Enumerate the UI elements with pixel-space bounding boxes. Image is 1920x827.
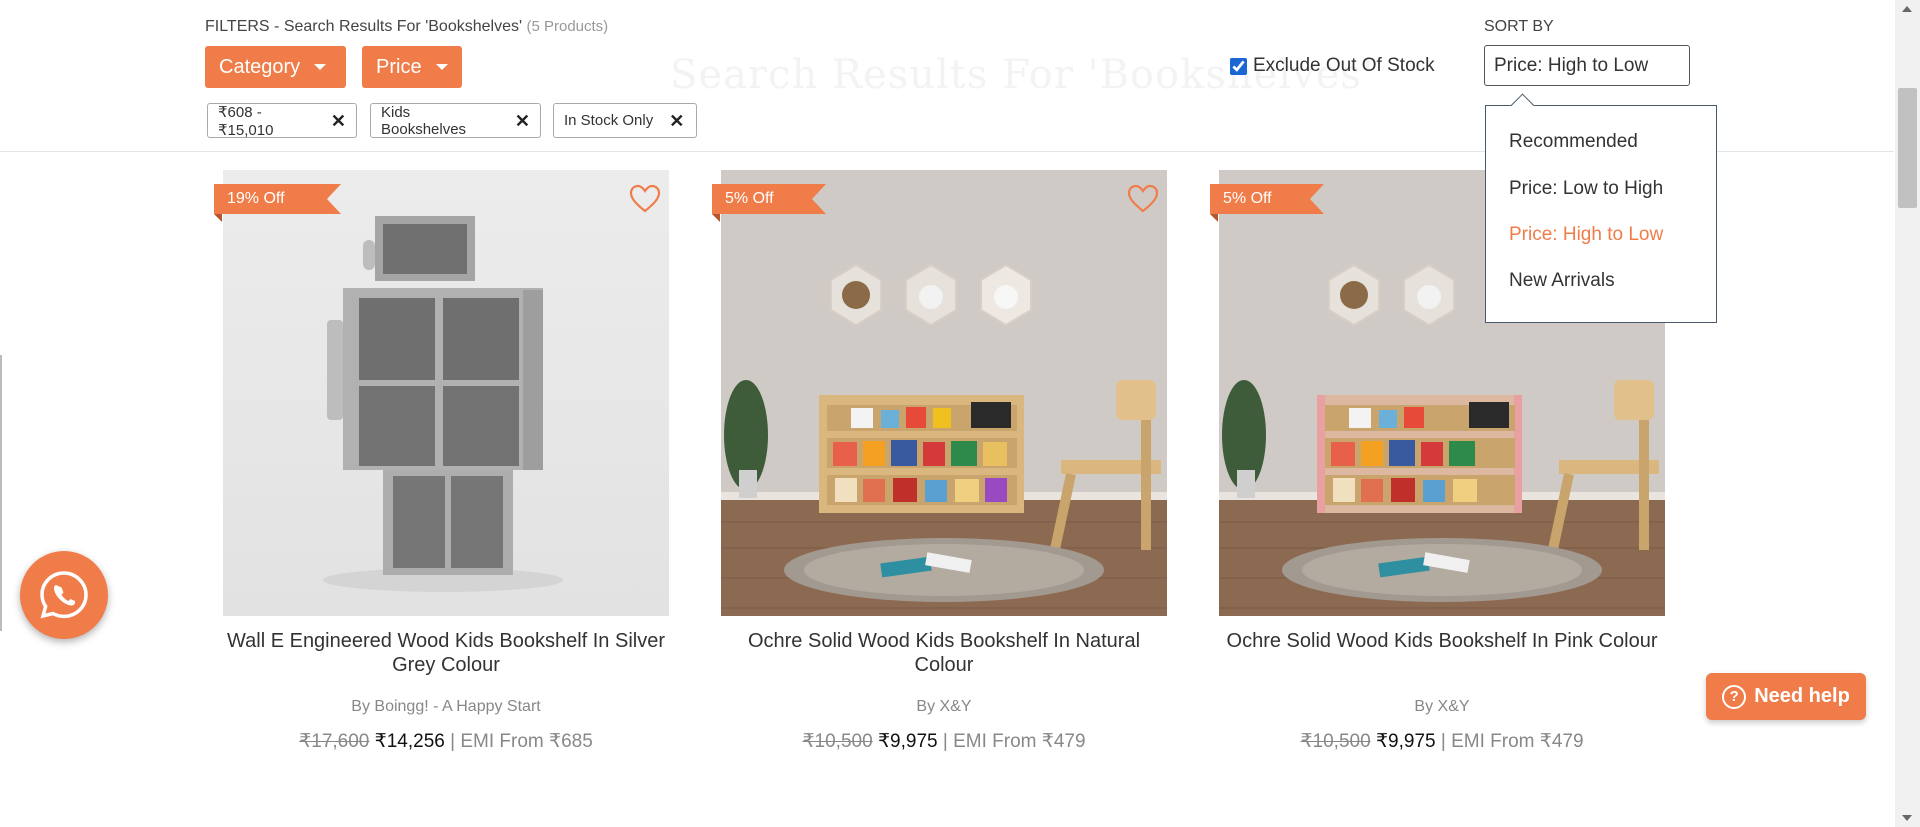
product-title[interactable]: Ochre Solid Wood Kids Bookshelf In Natur…	[721, 629, 1167, 677]
need-help-button[interactable]: ? Need help	[1706, 673, 1866, 720]
sort-by-label: SORT BY	[1484, 18, 1554, 35]
caret-down-icon	[435, 64, 448, 70]
sale-price: ₹14,256	[374, 731, 445, 752]
product-brand: By X&Y	[1414, 698, 1470, 715]
close-icon[interactable]: ✕	[669, 112, 684, 130]
need-help-label: Need help	[1754, 685, 1850, 707]
product-image[interactable]	[721, 170, 1167, 616]
product-price: ₹10,500 ₹9,975 | EMI From ₹479	[721, 730, 1167, 753]
category-filter-button[interactable]: Category	[205, 46, 346, 88]
chip-label: Kids Bookshelves	[381, 103, 467, 138]
exclude-out-of-stock-label: Exclude Out Of Stock	[1253, 55, 1435, 76]
sort-select[interactable]: Price: High to Low	[1484, 45, 1690, 86]
discount-text: 19% Off	[227, 190, 285, 207]
applied-filter-chip: In Stock Only ✕	[553, 103, 697, 138]
sort-option-high-to-low[interactable]: Price: High to Low	[1509, 224, 1663, 246]
close-icon[interactable]: ✕	[515, 112, 530, 130]
scroll-down-icon[interactable]	[1902, 815, 1912, 821]
sort-option-new-arrivals[interactable]: New Arrivals	[1509, 270, 1615, 292]
page-scrollbar[interactable]	[1895, 0, 1920, 827]
emi-text: | EMI From ₹685	[450, 731, 593, 752]
filters-heading-text: FILTERS - Search Results For 'Bookshelve…	[205, 18, 523, 35]
mrp: ₹10,500	[1300, 731, 1371, 752]
question-icon: ?	[1722, 684, 1747, 709]
badge-fold	[712, 214, 720, 222]
product-image-kids-bookshelf-natural	[721, 170, 1167, 616]
product-title[interactable]: Wall E Engineered Wood Kids Bookshelf In…	[223, 629, 669, 677]
chip-label: In Stock Only	[564, 112, 654, 129]
sale-price: ₹9,975	[1375, 731, 1436, 752]
caret-down-icon	[314, 64, 327, 70]
chip-label: ₹608 - ₹15,010	[218, 103, 274, 139]
discount-badge: 19% Off	[214, 184, 341, 222]
product-image-grey-bookshelf	[223, 170, 669, 616]
emi-text: | EMI From ₹479	[1440, 731, 1584, 752]
whatsapp-button[interactable]	[20, 551, 108, 639]
mrp: ₹17,600	[299, 731, 370, 752]
discount-text: 5% Off	[1223, 190, 1272, 207]
result-count: (5 Products)	[526, 18, 609, 35]
scroll-up-icon[interactable]	[1902, 6, 1912, 12]
dropdown-notch	[1510, 93, 1535, 118]
badge-fold	[214, 214, 222, 222]
product-brand: By Boingg! - A Happy Start	[351, 698, 541, 715]
product-brand: By X&Y	[916, 698, 972, 715]
discount-text: 5% Off	[725, 190, 774, 207]
product-price: ₹17,600 ₹14,256 | EMI From ₹685	[223, 730, 669, 753]
filters-heading: FILTERS - Search Results For 'Bookshelve…	[205, 18, 608, 36]
sort-option-recommended[interactable]: Recommended	[1509, 131, 1638, 153]
price-filter-button[interactable]: Price	[362, 46, 462, 88]
whatsapp-icon	[40, 571, 88, 619]
category-filter-label: Category	[219, 55, 301, 78]
product-price: ₹10,500 ₹9,975 | EMI From ₹479	[1219, 730, 1665, 753]
heart-icon[interactable]	[629, 184, 661, 214]
badge-fold	[1210, 214, 1218, 222]
discount-badge: 5% Off	[712, 184, 826, 222]
scrollbar-thumb[interactable]	[1898, 88, 1917, 208]
emi-text: | EMI From ₹479	[942, 731, 1086, 752]
discount-badge: 5% Off	[1210, 184, 1324, 222]
product-title[interactable]: Ochre Solid Wood Kids Bookshelf In Pink …	[1219, 629, 1665, 653]
applied-filter-chip: ₹608 - ₹15,010 ✕	[207, 103, 357, 139]
exclude-out-of-stock-toggle[interactable]: Exclude Out Of Stock	[1230, 55, 1435, 77]
page-edge-divider	[0, 355, 2, 631]
sale-price: ₹9,975	[877, 731, 938, 752]
sort-dropdown-menu: Recommended Price: Low to High Price: Hi…	[1485, 93, 1717, 323]
sort-option-low-to-high[interactable]: Price: Low to High	[1509, 178, 1663, 200]
product-image[interactable]	[223, 170, 669, 616]
heart-icon[interactable]	[1127, 184, 1159, 214]
mrp: ₹10,500	[802, 731, 873, 752]
exclude-out-of-stock-checkbox[interactable]	[1230, 57, 1247, 75]
applied-filter-chip: Kids Bookshelves ✕	[370, 103, 541, 138]
price-filter-label: Price	[376, 55, 422, 78]
close-icon[interactable]: ✕	[331, 112, 346, 130]
